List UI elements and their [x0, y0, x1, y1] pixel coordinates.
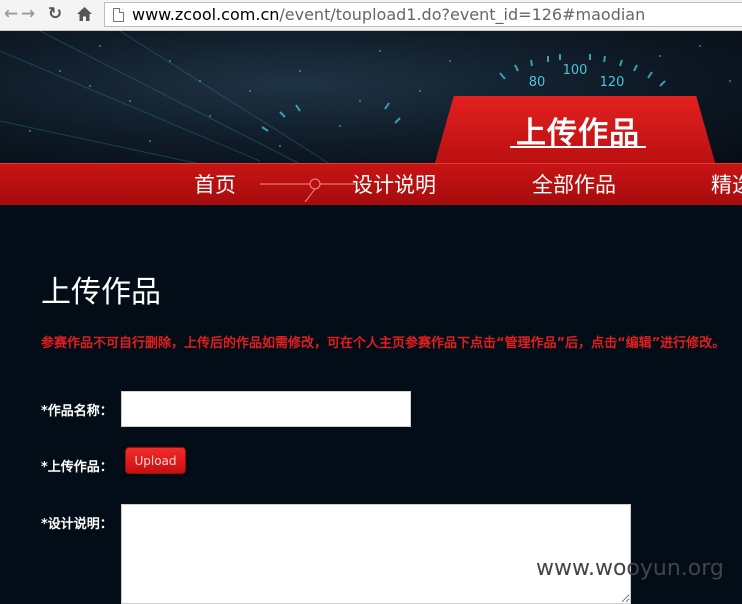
design-description-label: *设计说明：	[41, 517, 113, 532]
main-content: 上传作品 参赛作品不可自行删除，上传后的作品如需修改，可在个人主页参赛作品下点击…	[0, 205, 742, 604]
reload-icon[interactable]: ↻	[44, 3, 66, 25]
upload-tab-underline	[510, 146, 646, 148]
forward-arrow-icon[interactable]: →	[17, 3, 39, 25]
address-bar[interactable]: www.zcool.com.cn/event/toupload1.do?even…	[104, 2, 742, 27]
page-icon	[113, 7, 124, 22]
nav-item-design-notes[interactable]: 设计说明	[352, 169, 436, 199]
design-description-textarea[interactable]	[121, 504, 631, 604]
gauge-tick-120: 120	[600, 75, 625, 90]
work-name-label: *作品名称：	[41, 404, 113, 419]
main-nav: 首页 设计说明 全部作品 精选	[0, 163, 742, 205]
work-name-input[interactable]	[121, 391, 411, 427]
nav-item-all-works[interactable]: 全部作品	[532, 169, 616, 199]
url-path: /event/toupload1.do?event_id=126#maodian	[279, 5, 646, 24]
upload-work-label: *上传作品：	[41, 460, 113, 475]
gauge-tick-100: 100	[563, 63, 588, 78]
url-host: www.zcool.com.cn	[132, 5, 280, 24]
nav-decoration-icon	[260, 178, 355, 202]
notice-text: 参赛作品不可自行删除，上传后的作品如需修改，可在个人主页参赛作品下点击“管理作品…	[41, 336, 726, 351]
upload-button[interactable]: Upload	[125, 447, 186, 474]
nav-item-featured[interactable]: 精选	[711, 169, 742, 199]
watermark: www.wooyun.org	[536, 556, 724, 581]
gauge-tick-80: 80	[529, 75, 546, 90]
url-text[interactable]: www.zcool.com.cn/event/toupload1.do?even…	[132, 5, 645, 24]
nav-item-home[interactable]: 首页	[194, 169, 236, 199]
browser-toolbar: ← → ↻ www.zcool.com.cn/event/toupload1.d…	[0, 0, 742, 31]
page-title: 上传作品	[41, 275, 161, 310]
home-icon[interactable]	[73, 3, 95, 25]
